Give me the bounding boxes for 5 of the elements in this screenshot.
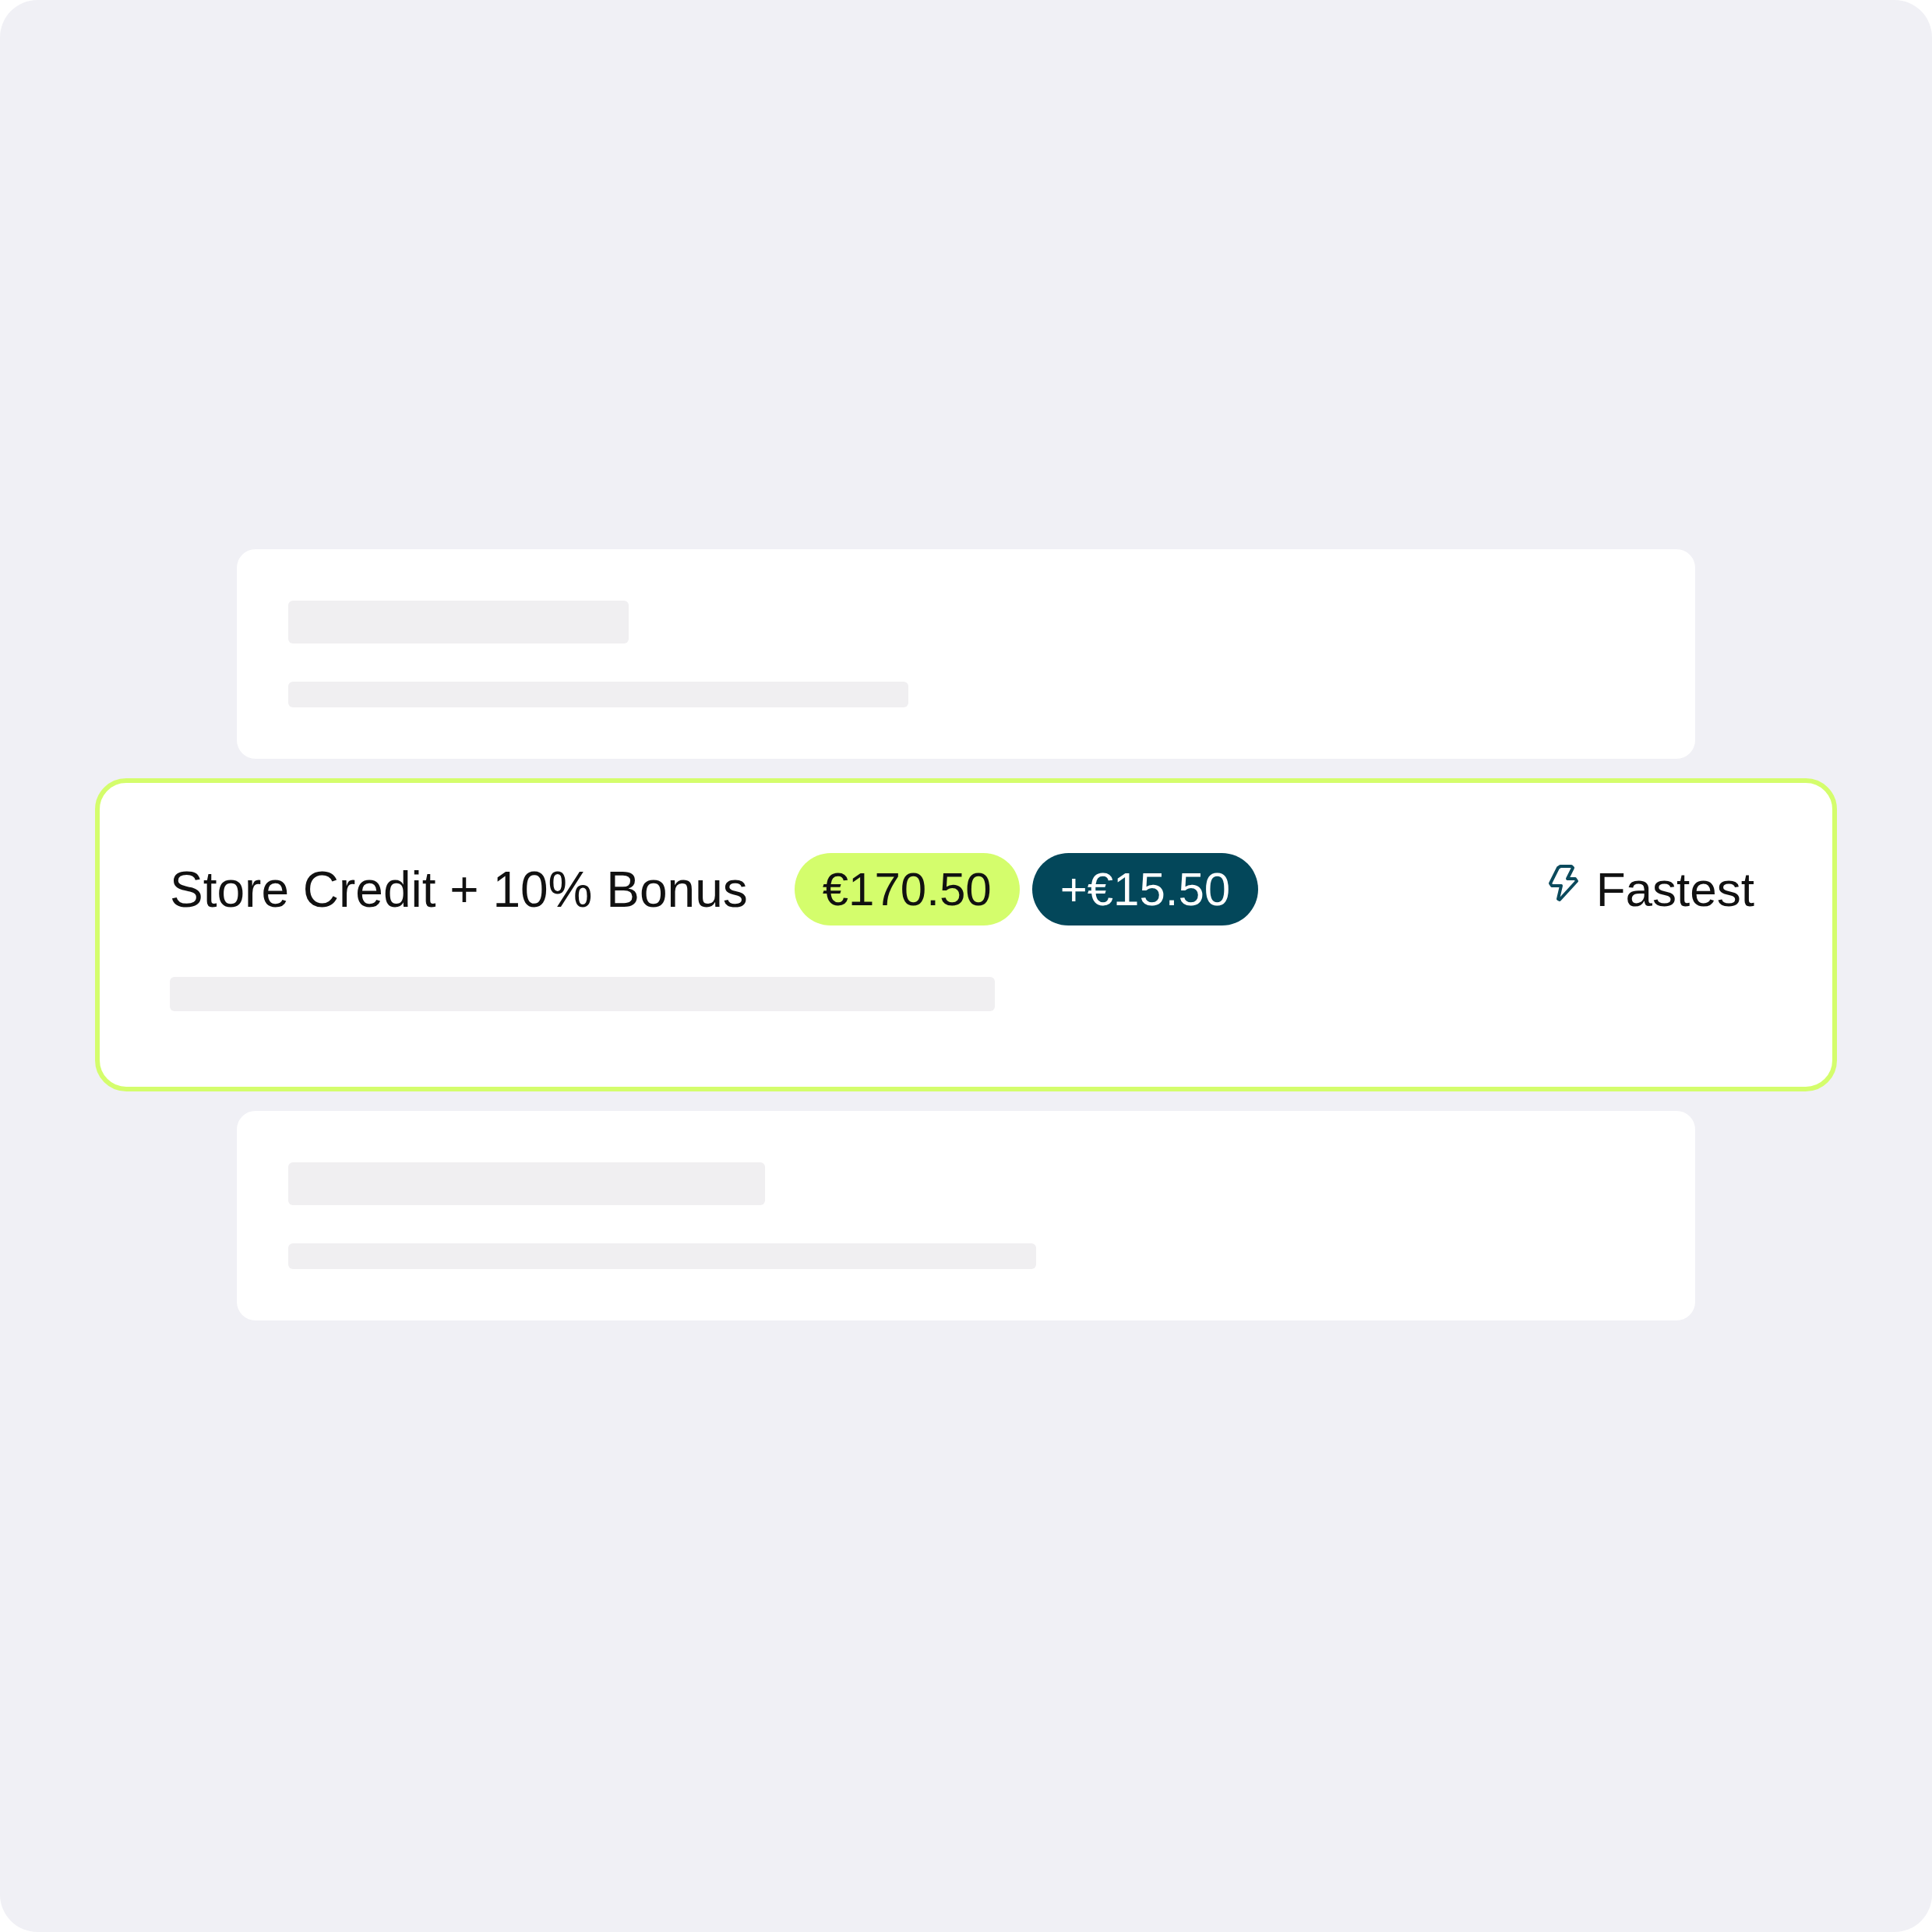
option-title: Store Credit + 10% Bonus (170, 860, 748, 918)
price-pill: €170.50 (794, 853, 1020, 925)
option-card[interactable]: Store Credit + 10% Bonus €170.50 +€15.50 Fastest (95, 778, 1837, 1091)
bonus-pill: +€15.50 (1031, 853, 1259, 925)
tag-label: Fastest (1595, 862, 1754, 917)
